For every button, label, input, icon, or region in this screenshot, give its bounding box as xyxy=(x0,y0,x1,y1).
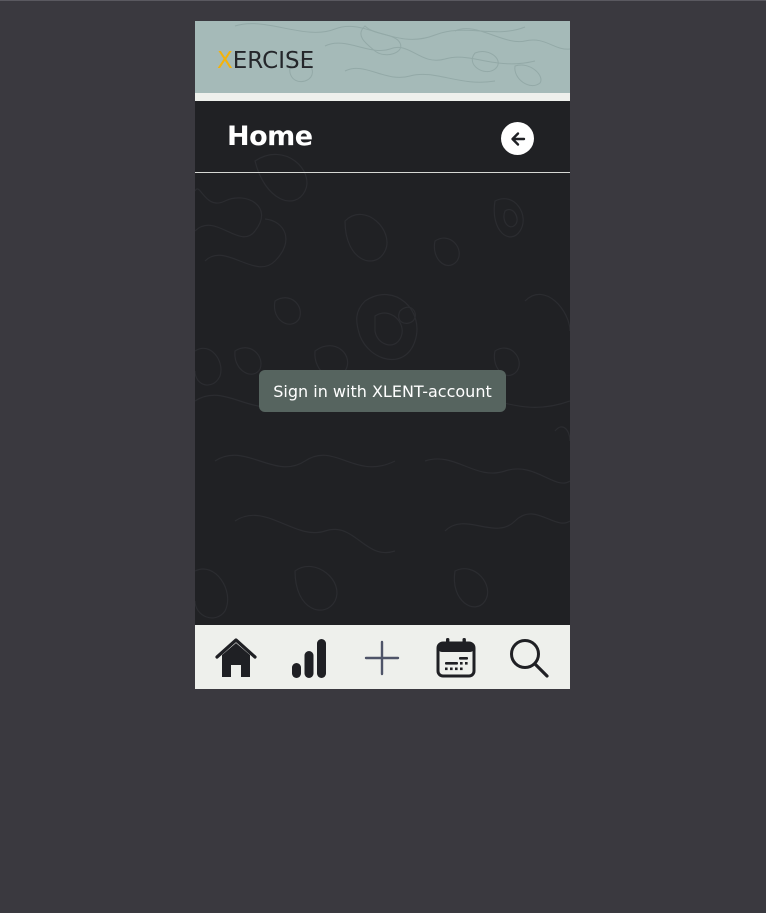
nav-search[interactable] xyxy=(506,635,552,681)
calendar-icon xyxy=(436,638,476,678)
plus-icon xyxy=(364,640,400,676)
topbar-divider xyxy=(195,93,570,101)
logo-accent-letter: X xyxy=(217,48,233,74)
home-icon xyxy=(215,638,257,677)
main-content: Home Sign in with XLENT-account xyxy=(195,101,570,625)
nav-stats[interactable] xyxy=(286,635,332,681)
nav-home[interactable] xyxy=(213,635,259,681)
page-title: Home xyxy=(227,121,313,152)
page-background: XERCISE Home Sign in with XLENT-account xyxy=(0,0,766,913)
bottom-nav xyxy=(195,625,570,689)
nav-add[interactable] xyxy=(359,635,405,681)
top-bar: XERCISE xyxy=(195,21,570,93)
sign-in-button[interactable]: Sign in with XLENT-account xyxy=(259,370,506,412)
arrow-left-icon xyxy=(510,131,525,146)
nav-calendar[interactable] xyxy=(433,635,479,681)
page-header: Home xyxy=(195,101,570,173)
search-icon xyxy=(510,639,549,678)
logo-text: ERCISE xyxy=(232,48,315,74)
app-logo: XERCISE xyxy=(217,48,314,74)
topo-background xyxy=(195,153,570,619)
bar-chart-icon xyxy=(292,639,326,678)
app-window: XERCISE Home Sign in with XLENT-account xyxy=(195,21,570,689)
back-button[interactable] xyxy=(501,122,534,155)
